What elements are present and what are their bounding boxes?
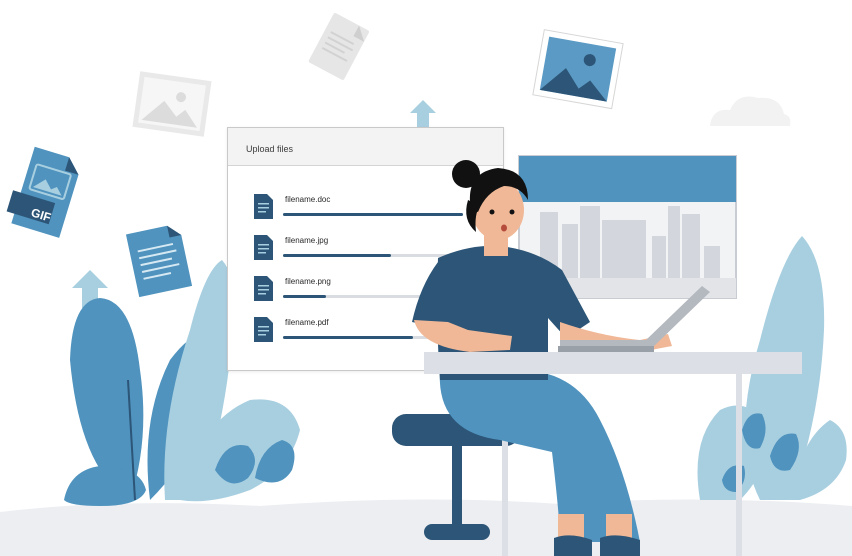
illustration-stage: Upload files filename.doc filename.jpg f… <box>0 0 852 556</box>
foreground-scene <box>392 160 802 556</box>
desk-top <box>424 352 802 374</box>
